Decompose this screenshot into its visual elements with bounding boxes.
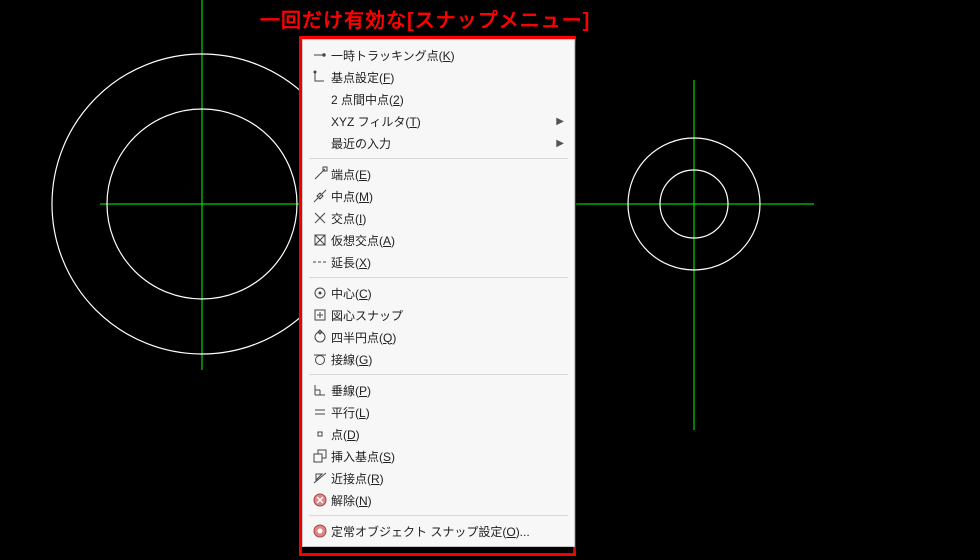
menu-item-label: XYZ フィルタ(T)	[331, 113, 552, 130]
perp-icon	[309, 382, 331, 398]
menu-item-label: 図心スナップ	[331, 307, 552, 324]
none-icon	[309, 492, 331, 508]
parallel-icon	[309, 404, 331, 420]
menu-item[interactable]: 交点(I)	[303, 207, 574, 229]
menu-item-label: 仮想交点(A)	[331, 232, 552, 249]
dashline-icon	[309, 254, 331, 270]
menu-item-label: 挿入基点(S)	[331, 448, 552, 465]
menu-item-label: 中点(M)	[331, 188, 552, 205]
near-icon	[309, 470, 331, 486]
menu-item[interactable]: 近接点(R)	[303, 467, 574, 489]
menu-item[interactable]: 解除(N)	[303, 489, 574, 511]
menu-item[interactable]: 四半円点(Q)	[303, 326, 574, 348]
menu-item-label: 延長(X)	[331, 254, 552, 271]
menu-item[interactable]: 端点(E)	[303, 163, 574, 185]
circle-tan-icon	[309, 351, 331, 367]
menu-separator	[309, 374, 568, 375]
menu-item[interactable]: 中点(M)	[303, 185, 574, 207]
submenu-arrow-icon: ▶	[552, 116, 564, 127]
drawing-canvas: 一回だけ有効な[スナップメニュー] 一時トラッキング点(K) 基点設定(F) 2 点…	[0, 0, 980, 560]
menu-item-label: 交点(I)	[331, 210, 552, 227]
menu-separator	[309, 277, 568, 278]
insert-icon	[309, 448, 331, 464]
menu-item[interactable]: 定常オブジェクト スナップ設定(O)...	[303, 520, 574, 542]
menu-item[interactable]: 延長(X)	[303, 251, 574, 273]
menu-item[interactable]: 平行(L)	[303, 401, 574, 423]
x-box-icon	[309, 232, 331, 248]
diag-mid-icon	[309, 188, 331, 204]
settings-icon	[309, 523, 331, 539]
menu-item[interactable]: 一時トラッキング点(K)	[303, 44, 574, 66]
menu-item-label: 解除(N)	[331, 492, 552, 509]
menu-item[interactable]: 挿入基点(S)	[303, 445, 574, 467]
menu-item[interactable]: 2 点間中点(2)	[303, 88, 574, 110]
menu-item-label: 点(D)	[331, 426, 552, 443]
circle-dot-icon	[309, 285, 331, 301]
menu-item[interactable]: 図心スナップ	[303, 304, 574, 326]
menu-item-label: 基点設定(F)	[331, 69, 552, 86]
menu-item-label: 四半円点(Q)	[331, 329, 552, 346]
menu-item[interactable]: 点(D)	[303, 423, 574, 445]
diag-end-icon	[309, 166, 331, 182]
submenu-arrow-icon: ▶	[552, 138, 564, 149]
menu-item-label: 近接点(R)	[331, 470, 552, 487]
menu-item[interactable]: 中心(C)	[303, 282, 574, 304]
menu-item-label: 一時トラッキング点(K)	[331, 47, 552, 64]
menu-item-label: 平行(L)	[331, 404, 552, 421]
menu-item[interactable]: 接線(G)	[303, 348, 574, 370]
menu-item[interactable]: 最近の入力▶	[303, 132, 574, 154]
circle-diamond-icon	[309, 329, 331, 345]
osnap-context-menu[interactable]: 一時トラッキング点(K) 基点設定(F) 2 点間中点(2) XYZ フィルタ(T)▶…	[302, 39, 575, 547]
menu-separator	[309, 158, 568, 159]
menu-item[interactable]: XYZ フィルタ(T)▶	[303, 110, 574, 132]
menu-item-label: 定常オブジェクト スナップ設定(O)...	[331, 523, 552, 540]
menu-item-label: 垂線(P)	[331, 382, 552, 399]
menu-item-label: 2 点間中点(2)	[331, 91, 552, 108]
menu-item[interactable]: 基点設定(F)	[303, 66, 574, 88]
dot-icon	[309, 426, 331, 442]
annotation-title: 一回だけ有効な[スナップメニュー]	[260, 4, 590, 33]
menu-item-label: 端点(E)	[331, 166, 552, 183]
menu-item-label: 最近の入力	[331, 135, 552, 152]
menu-item[interactable]: 仮想交点(A)	[303, 229, 574, 251]
corner-icon	[309, 69, 331, 85]
menu-item-label: 接線(G)	[331, 351, 552, 368]
menu-item-label: 中心(C)	[331, 285, 552, 302]
x-icon	[309, 210, 331, 226]
menu-item[interactable]: 垂線(P)	[303, 379, 574, 401]
menu-separator	[309, 515, 568, 516]
arrow-flat-icon	[309, 47, 331, 63]
centroid-icon	[309, 307, 331, 323]
